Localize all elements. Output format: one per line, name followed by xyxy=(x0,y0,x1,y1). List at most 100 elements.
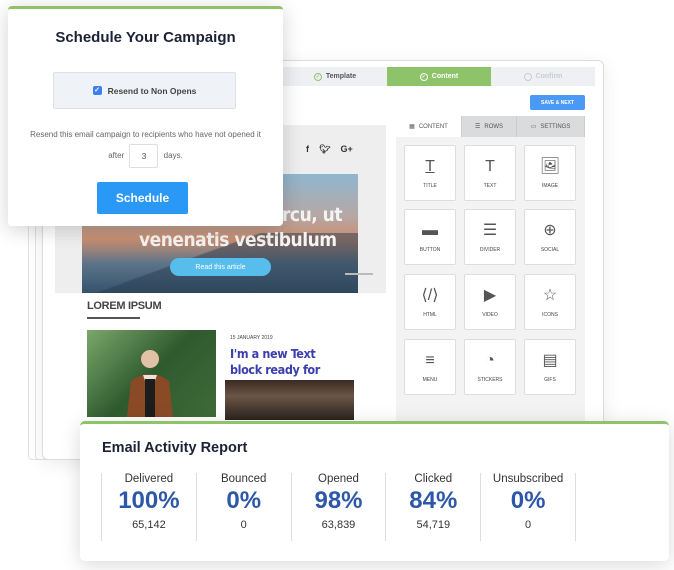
tile-label: DIVIDER xyxy=(479,247,501,253)
save-next-button[interactable]: SAVE & NEXT xyxy=(530,95,585,110)
hero-title-line1: rcu, ut xyxy=(282,204,343,226)
stat-count: 63,839 xyxy=(321,519,356,531)
tile-label: MENU xyxy=(422,377,438,383)
tab-label: ROWS xyxy=(484,123,504,130)
social-links: f 🐦︎ G+ xyxy=(306,144,353,155)
wizard-steps: ✓ Template ✓ Content Confirm xyxy=(283,67,595,86)
person-illustration xyxy=(127,350,173,417)
tile-label: TEXT xyxy=(483,183,497,189)
step-template[interactable]: ✓ Template xyxy=(283,67,387,86)
social-icon: ⊕ xyxy=(543,222,557,239)
stats-row: Delivered 100% 65,142 Bounced 0% 0 Opened 98%… xyxy=(101,473,576,541)
tile-icons[interactable]: ☆ ICONS xyxy=(524,274,576,330)
grid-icon: ▦ xyxy=(409,124,415,130)
tile-gifs[interactable]: ▤ GIFS xyxy=(524,339,576,395)
facebook-icon[interactable]: f xyxy=(306,144,309,155)
stat-label: Clicked xyxy=(414,473,453,485)
stat-delivered: Delivered 100% 65,142 xyxy=(102,473,197,541)
tile-text[interactable]: T TEXT xyxy=(464,145,516,201)
stat-percent: 0% xyxy=(510,487,546,514)
checkbox-label: Resend to Non Opens xyxy=(107,85,197,96)
video-icon: ▶ xyxy=(483,287,497,304)
stat-label: Bounced xyxy=(220,473,267,485)
stat-opened: Opened 98% 63,839 xyxy=(292,473,387,541)
tile-html[interactable]: ⟨/⟩ HTML xyxy=(404,274,456,330)
tile-menu[interactable]: ≡ MENU xyxy=(404,339,456,395)
check-circle-icon: ✓ xyxy=(313,72,322,81)
stat-count: 0 xyxy=(240,519,247,531)
text-icon: T xyxy=(485,158,495,175)
read-article-button[interactable]: Read this article xyxy=(170,258,271,276)
resend-description: Resend this email campaign to recipients… xyxy=(8,125,283,168)
step-label: Template xyxy=(325,73,357,80)
html-icon: ⟨/⟩ xyxy=(421,287,439,304)
stat-count: 54,719 xyxy=(416,519,451,531)
tile-social[interactable]: ⊕ SOCIAL xyxy=(524,209,576,265)
step-label: Confirm xyxy=(535,73,563,80)
settings-icon: ▭ xyxy=(530,124,537,130)
checkbox-checked-icon[interactable]: ✓ xyxy=(92,86,102,95)
button-icon: ▬ xyxy=(422,222,438,239)
tab-label: SETTINGS xyxy=(540,123,571,130)
stat-label: Delivered xyxy=(124,473,174,485)
tile-title[interactable]: T̲ TITLE xyxy=(404,145,456,201)
section-title: LOREM IPSUM xyxy=(87,300,162,312)
circle-icon xyxy=(523,72,532,81)
slider-indicator xyxy=(345,273,373,275)
modal-title: Schedule Your Campaign xyxy=(55,29,236,46)
step-label: Content xyxy=(431,73,459,80)
section-underline xyxy=(87,317,140,319)
stat-percent: 100% xyxy=(118,487,180,514)
article-date: 15 JANUARY 2019 xyxy=(230,335,273,341)
tab-content[interactable]: ▦ CONTENT xyxy=(396,116,462,137)
step-confirm[interactable]: Confirm xyxy=(491,67,595,86)
tile-label: TITLE xyxy=(423,183,437,189)
stat-bounced: Bounced 0% 0 xyxy=(197,473,292,541)
desc-suffix: days. xyxy=(163,151,183,161)
tab-rows[interactable]: ☰ ROWS xyxy=(462,116,517,137)
stat-label: Opened xyxy=(318,473,359,485)
person-photo xyxy=(87,330,216,417)
tile-video[interactable]: ▶ VIDEO xyxy=(464,274,516,330)
resend-checkbox-row[interactable]: ✓ Resend to Non Opens xyxy=(53,72,236,109)
image-icon: 🖼︎ xyxy=(539,158,561,175)
tile-label: SOCIAL xyxy=(540,247,560,253)
tile-stickers[interactable]: ◔ STICKERS xyxy=(464,339,516,395)
tile-divider[interactable]: ☰ DIVIDER xyxy=(464,209,516,265)
tile-label: STICKERS xyxy=(477,377,503,383)
mixer-photo xyxy=(225,380,354,420)
google-plus-icon[interactable]: G+ xyxy=(340,144,352,155)
step-content[interactable]: ✓ Content xyxy=(387,67,491,86)
tile-label: VIDEO xyxy=(482,312,498,318)
stat-percent: 98% xyxy=(314,487,363,514)
menu-icon: ≡ xyxy=(425,352,435,369)
twitter-icon[interactable]: 🐦︎ xyxy=(319,144,330,155)
email-activity-report: Email Activity Report Delivered 100% 65,14… xyxy=(80,421,669,561)
tile-label: ICONS xyxy=(542,312,558,318)
rows-icon: ☰ xyxy=(474,124,481,130)
sticker-icon: ◔ xyxy=(485,352,495,369)
star-icon: ☆ xyxy=(542,287,558,304)
days-input[interactable]: 3 xyxy=(129,144,159,168)
divider-icon: ☰ xyxy=(482,222,498,239)
stat-label: Unsubscribed xyxy=(492,473,564,485)
stat-count: 0 xyxy=(525,519,532,531)
stat-unsubscribed: Unsubscribed 0% 0 xyxy=(481,473,576,541)
title-icon: T̲ xyxy=(425,158,435,175)
hero-title-line2: venenatis vestibulum xyxy=(139,229,337,251)
tile-image[interactable]: 🖼︎ IMAGE xyxy=(524,145,576,201)
check-circle-icon: ✓ xyxy=(419,72,428,81)
tile-label: BUTTON xyxy=(419,247,441,253)
stat-percent: 0% xyxy=(226,487,262,514)
tile-label: HTML xyxy=(423,312,437,318)
stat-percent: 84% xyxy=(409,487,458,514)
tile-button[interactable]: ▬ BUTTON xyxy=(404,209,456,265)
tile-label: IMAGE xyxy=(541,183,559,189)
schedule-button[interactable]: Schedule xyxy=(97,182,188,214)
panel-tabs: ▦ CONTENT ☰ ROWS ▭ SETTINGS xyxy=(396,116,585,137)
stat-count: 65,142 xyxy=(132,519,166,531)
stat-clicked: Clicked 84% 54,719 xyxy=(386,473,482,541)
schedule-modal: Schedule Your Campaign ✓ Resend to Non O… xyxy=(8,6,283,226)
tab-settings[interactable]: ▭ SETTINGS xyxy=(517,116,585,137)
tile-label: GIFS xyxy=(544,377,556,383)
